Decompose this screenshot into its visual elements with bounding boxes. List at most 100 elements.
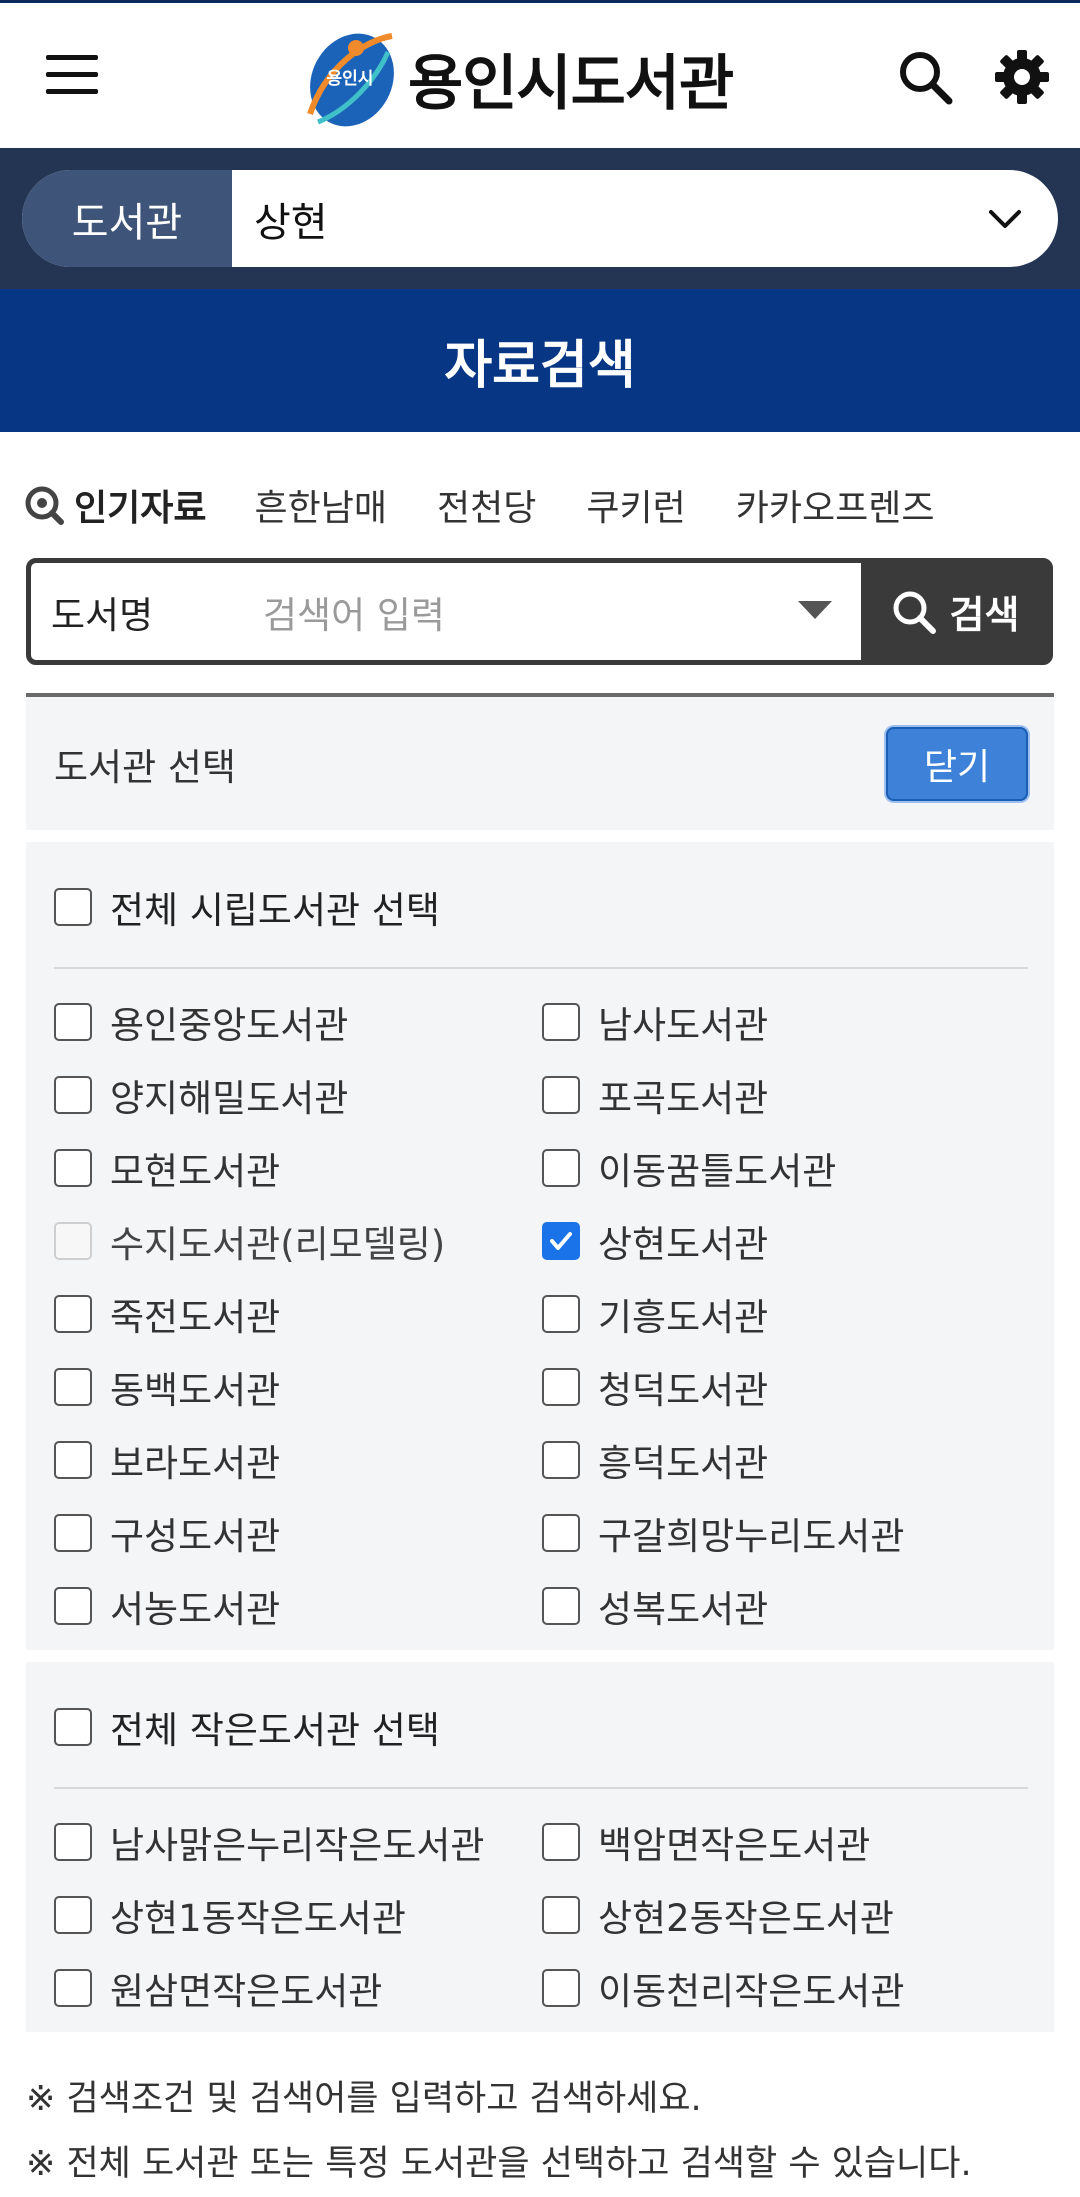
close-button[interactable]: 닫기: [886, 727, 1028, 801]
library-label: 남사도서관: [598, 1004, 769, 1047]
checkbox[interactable]: [54, 1003, 92, 1041]
popular-keyword[interactable]: 흔한남매: [254, 479, 386, 531]
library-checkbox-item[interactable]: 포곡도서관: [542, 1065, 768, 1125]
select-all-city-libraries[interactable]: 전체 시립도서관 선택: [54, 872, 440, 942]
chevron-down-icon: [989, 210, 1021, 228]
checkbox[interactable]: [54, 1969, 92, 2007]
library-label: 구성도서관: [110, 1515, 281, 1558]
search-box: 도서명 검색어 입력 검색: [26, 558, 1053, 665]
library-label: 이동천리작은도서관: [598, 1970, 905, 2013]
library-label: 상현1동작은도서관: [110, 1897, 406, 1940]
library-checkbox-item[interactable]: 상현도서관: [542, 1211, 768, 1271]
checkbox[interactable]: [542, 1441, 580, 1479]
library-label: 백암면작은도서관: [598, 1824, 871, 1867]
library-checkbox-item[interactable]: 구갈희망누리도서관: [542, 1503, 904, 1563]
library-dropdown[interactable]: 상현: [232, 170, 1058, 267]
checkbox[interactable]: [54, 1368, 92, 1406]
checkbox[interactable]: [542, 1587, 580, 1625]
checkbox[interactable]: [542, 1368, 580, 1406]
library-checkbox-item[interactable]: 흥덕도서관: [542, 1430, 768, 1490]
checkbox[interactable]: [54, 1076, 92, 1114]
checkbox[interactable]: [54, 1896, 92, 1934]
checkbox-checked[interactable]: [542, 1222, 580, 1260]
popular-keyword[interactable]: 전천당: [437, 479, 536, 531]
library-checkbox-item[interactable]: 남사도서관: [542, 992, 768, 1052]
library-checkbox-item[interactable]: 용인중앙도서관: [54, 992, 348, 1052]
library-dropdown-value: 상현: [254, 199, 328, 246]
library-checkbox-item[interactable]: 구성도서관: [54, 1503, 280, 1563]
library-label: 상현도서관: [598, 1223, 769, 1266]
checkbox[interactable]: [542, 1003, 580, 1041]
library-label: 양지해밀도서관: [110, 1077, 349, 1120]
search-input[interactable]: 검색어 입력: [263, 563, 445, 660]
checkbox[interactable]: [542, 1514, 580, 1552]
checkbox[interactable]: [54, 1149, 92, 1187]
library-label: 서농도서관: [110, 1588, 281, 1631]
field-dropdown-caret-icon[interactable]: [798, 601, 832, 619]
library-label: 기흥도서관: [598, 1296, 769, 1339]
checkbox[interactable]: [542, 1295, 580, 1333]
library-checkbox-item[interactable]: 성복도서관: [542, 1576, 768, 1636]
city-library-group: 전체 시립도서관 선택 용인중앙도서관 남사도서관양지해밀도서관 포곡도서관모현도서…: [26, 842, 1054, 1650]
library-selector: 도서관 상현: [22, 170, 1058, 267]
popular-title: 인기자료: [74, 488, 207, 529]
library-label: 청덕도서관: [598, 1369, 769, 1412]
library-checkbox-item[interactable]: 서농도서관: [54, 1576, 280, 1636]
library-checkbox-item[interactable]: 이동꿈틀도서관: [542, 1138, 836, 1198]
popular-search-icon: [25, 486, 64, 525]
library-label: 구갈희망누리도서관: [598, 1515, 905, 1558]
checkbox: [54, 1222, 92, 1260]
popular-keywords: 인기자료 흔한남매 전천당 쿠키런 카카오프렌즈: [24, 470, 984, 540]
popular-keyword[interactable]: 쿠키런: [586, 479, 685, 531]
checkbox[interactable]: [542, 1896, 580, 1934]
library-checkbox-item[interactable]: 양지해밀도서관: [54, 1065, 348, 1125]
checkbox[interactable]: [54, 1441, 92, 1479]
library-checkbox-item[interactable]: 기흥도서관: [542, 1284, 768, 1344]
library-checkbox-item[interactable]: 보라도서관: [54, 1430, 280, 1490]
library-checkbox-item[interactable]: 죽전도서관: [54, 1284, 280, 1344]
library-selector-label: 도서관: [22, 170, 232, 267]
library-checkbox-item[interactable]: 백암면작은도서관: [542, 1812, 870, 1872]
library-checkbox-item[interactable]: 남사맑은누리작은도서관: [54, 1812, 484, 1872]
library-label: 죽전도서관: [110, 1296, 281, 1339]
popular-keyword[interactable]: 카카오프렌즈: [736, 479, 935, 531]
select-all-small-libraries[interactable]: 전체 작은도서관 선택: [54, 1692, 440, 1762]
library-label: 보라도서관: [110, 1442, 281, 1485]
page-title: 자료검색: [0, 289, 1080, 432]
library-checkbox-item[interactable]: 상현2동작은도서관: [542, 1885, 894, 1945]
gear-icon[interactable]: [992, 47, 1052, 107]
checkbox[interactable]: [542, 1969, 580, 2007]
search-button[interactable]: 검색: [861, 563, 1048, 660]
checkbox[interactable]: [542, 1823, 580, 1861]
search-help-note: ※ 전체 도서관 또는 특정 도서관을 선택하고 검색할 수 있습니다.: [26, 2144, 972, 2184]
search-icon[interactable]: [895, 47, 955, 107]
library-label: 흥덕도서관: [598, 1442, 769, 1485]
library-label: 동백도서관: [110, 1369, 281, 1412]
checkbox[interactable]: [54, 1295, 92, 1333]
library-select-title: 도서관 선택: [54, 745, 236, 789]
search-help-note: ※ 검색조건 및 검색어를 입력하고 검색하세요.: [26, 2079, 702, 2119]
checkbox[interactable]: [542, 1149, 580, 1187]
checkbox[interactable]: [54, 888, 92, 926]
checkbox[interactable]: [542, 1076, 580, 1114]
menu-icon[interactable]: [46, 55, 98, 95]
library-label: 성복도서관: [598, 1588, 769, 1631]
library-checkbox-item[interactable]: 이동천리작은도서관: [542, 1958, 904, 2018]
search-button-label: 검색: [949, 593, 1020, 637]
library-checkbox-item[interactable]: 모현도서관: [54, 1138, 280, 1198]
library-checkbox-item[interactable]: 원삼면작은도서관: [54, 1958, 382, 2018]
checkbox[interactable]: [54, 1514, 92, 1552]
library-checkbox-item[interactable]: 상현1동작은도서관: [54, 1885, 406, 1945]
checkbox[interactable]: [54, 1587, 92, 1625]
search-field-select[interactable]: 도서명: [51, 563, 153, 660]
library-label: 포곡도서관: [598, 1077, 769, 1120]
checkbox[interactable]: [54, 1708, 92, 1746]
library-checkbox-item[interactable]: 청덕도서관: [542, 1357, 768, 1417]
library-label: 원삼면작은도서관: [110, 1970, 383, 2013]
small-library-group: 전체 작은도서관 선택 남사맑은누리작은도서관 백암면작은도서관상현1동작은도서관…: [26, 1662, 1054, 2032]
checkbox[interactable]: [54, 1823, 92, 1861]
site-logo[interactable]: 용인시 용인시도서관: [296, 23, 734, 133]
select-all-small-label: 전체 작은도서관 선택: [110, 1709, 440, 1752]
library-select-header: 도서관 선택 닫기: [26, 697, 1054, 830]
library-checkbox-item[interactable]: 동백도서관: [54, 1357, 280, 1417]
